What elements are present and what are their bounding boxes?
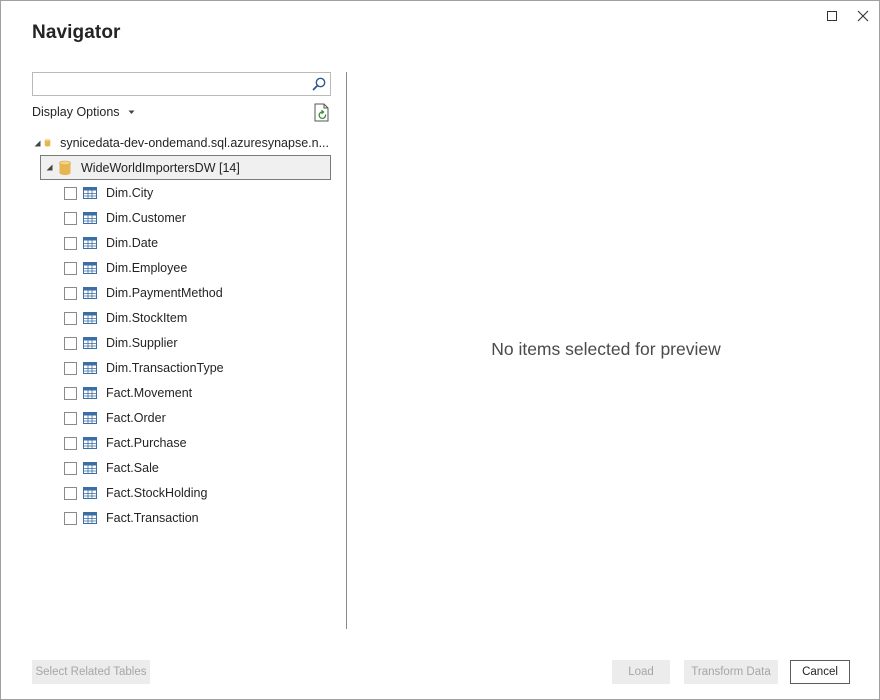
table-row[interactable]: Fact.Purchase (64, 431, 329, 455)
chevron-down-icon (128, 110, 135, 114)
table-icon (83, 262, 97, 274)
preview-empty-message: No items selected for preview (491, 339, 721, 359)
tree-node-server[interactable]: synicedata-dev-ondemand.sql.azuresynapse… (34, 131, 329, 155)
table-checkbox[interactable] (64, 261, 77, 275)
table-icon (83, 487, 97, 499)
table-label: Dim.PaymentMethod (106, 286, 223, 300)
server-label: synicedata-dev-ondemand.sql.azuresynapse… (60, 136, 329, 150)
table-checkbox[interactable] (64, 436, 77, 450)
table-checkbox[interactable] (64, 336, 77, 350)
table-checkbox[interactable] (64, 461, 77, 475)
database-label: WideWorldImportersDW [14] (81, 160, 240, 175)
search-icon[interactable] (311, 76, 327, 92)
search-input[interactable] (33, 73, 315, 95)
table-label: Fact.Purchase (106, 436, 187, 450)
maximize-icon (827, 11, 837, 21)
table-row[interactable]: Fact.Order (64, 406, 329, 430)
table-label: Dim.TransactionType (106, 361, 224, 375)
table-row[interactable]: Fact.Movement (64, 381, 329, 405)
table-icon (83, 462, 97, 474)
expand-triangle-icon[interactable] (43, 164, 55, 171)
close-button[interactable] (848, 5, 878, 27)
table-icon (83, 212, 97, 224)
table-label: Fact.StockHolding (106, 486, 208, 500)
table-checkbox[interactable] (64, 311, 77, 325)
table-row[interactable]: Fact.Transaction (64, 506, 329, 530)
table-label: Fact.Transaction (106, 511, 199, 525)
table-row[interactable]: Dim.StockItem (64, 306, 329, 330)
table-row[interactable]: Dim.Supplier (64, 331, 329, 355)
cancel-button[interactable]: Cancel (790, 660, 850, 684)
table-label: Dim.StockItem (106, 311, 188, 325)
table-checkbox[interactable] (64, 236, 77, 250)
table-row[interactable]: Dim.PaymentMethod (64, 281, 329, 305)
tree-node-database[interactable]: WideWorldImportersDW [14] (40, 155, 331, 180)
table-checkbox[interactable] (64, 361, 77, 375)
search-box[interactable] (32, 72, 331, 96)
display-options-label: Display Options (32, 105, 120, 119)
table-icon (83, 412, 97, 424)
table-label: Dim.Supplier (106, 336, 178, 350)
table-icon (83, 387, 97, 399)
table-checkbox[interactable] (64, 211, 77, 225)
table-icon (83, 237, 97, 249)
table-label: Fact.Order (106, 411, 166, 425)
load-button[interactable]: Load (612, 660, 670, 684)
table-row[interactable]: Fact.Sale (64, 456, 329, 480)
table-icon (83, 187, 97, 199)
dialog-title: Navigator (32, 22, 121, 43)
table-label: Fact.Sale (106, 461, 159, 475)
table-label: Dim.Customer (106, 211, 186, 225)
table-icon (83, 437, 97, 449)
navigator-dialog: Navigator Display Options synicedata-dev… (0, 0, 880, 700)
table-checkbox[interactable] (64, 411, 77, 425)
table-label: Fact.Movement (106, 386, 193, 400)
database-icon (59, 160, 71, 175)
table-icon (83, 312, 97, 324)
table-label: Dim.Employee (106, 261, 188, 275)
table-checkbox[interactable] (64, 511, 77, 525)
table-label: Dim.Date (106, 236, 159, 250)
table-icon (83, 512, 97, 524)
table-label: Dim.City (106, 186, 154, 200)
table-checkbox[interactable] (64, 186, 77, 200)
table-row[interactable]: Dim.Customer (64, 206, 329, 230)
maximize-button[interactable] (817, 5, 847, 27)
table-checkbox[interactable] (64, 386, 77, 400)
close-icon (857, 10, 869, 22)
table-checkbox[interactable] (64, 286, 77, 300)
table-row[interactable]: Fact.StockHolding (64, 481, 329, 505)
table-row[interactable]: Dim.City (64, 181, 329, 205)
refresh-icon[interactable] (313, 103, 331, 123)
display-options-dropdown[interactable]: Display Options (32, 105, 135, 119)
transform-data-button[interactable]: Transform Data (684, 660, 778, 684)
table-icon (83, 337, 97, 349)
table-checkbox[interactable] (64, 486, 77, 500)
table-row[interactable]: Dim.Date (64, 231, 329, 255)
database-icon (44, 139, 51, 147)
table-row[interactable]: Dim.TransactionType (64, 356, 329, 380)
table-row[interactable]: Dim.Employee (64, 256, 329, 280)
table-icon (83, 287, 97, 299)
select-related-tables-button[interactable]: Select Related Tables (32, 660, 150, 684)
table-icon (83, 362, 97, 374)
expand-triangle-icon[interactable] (34, 140, 41, 147)
